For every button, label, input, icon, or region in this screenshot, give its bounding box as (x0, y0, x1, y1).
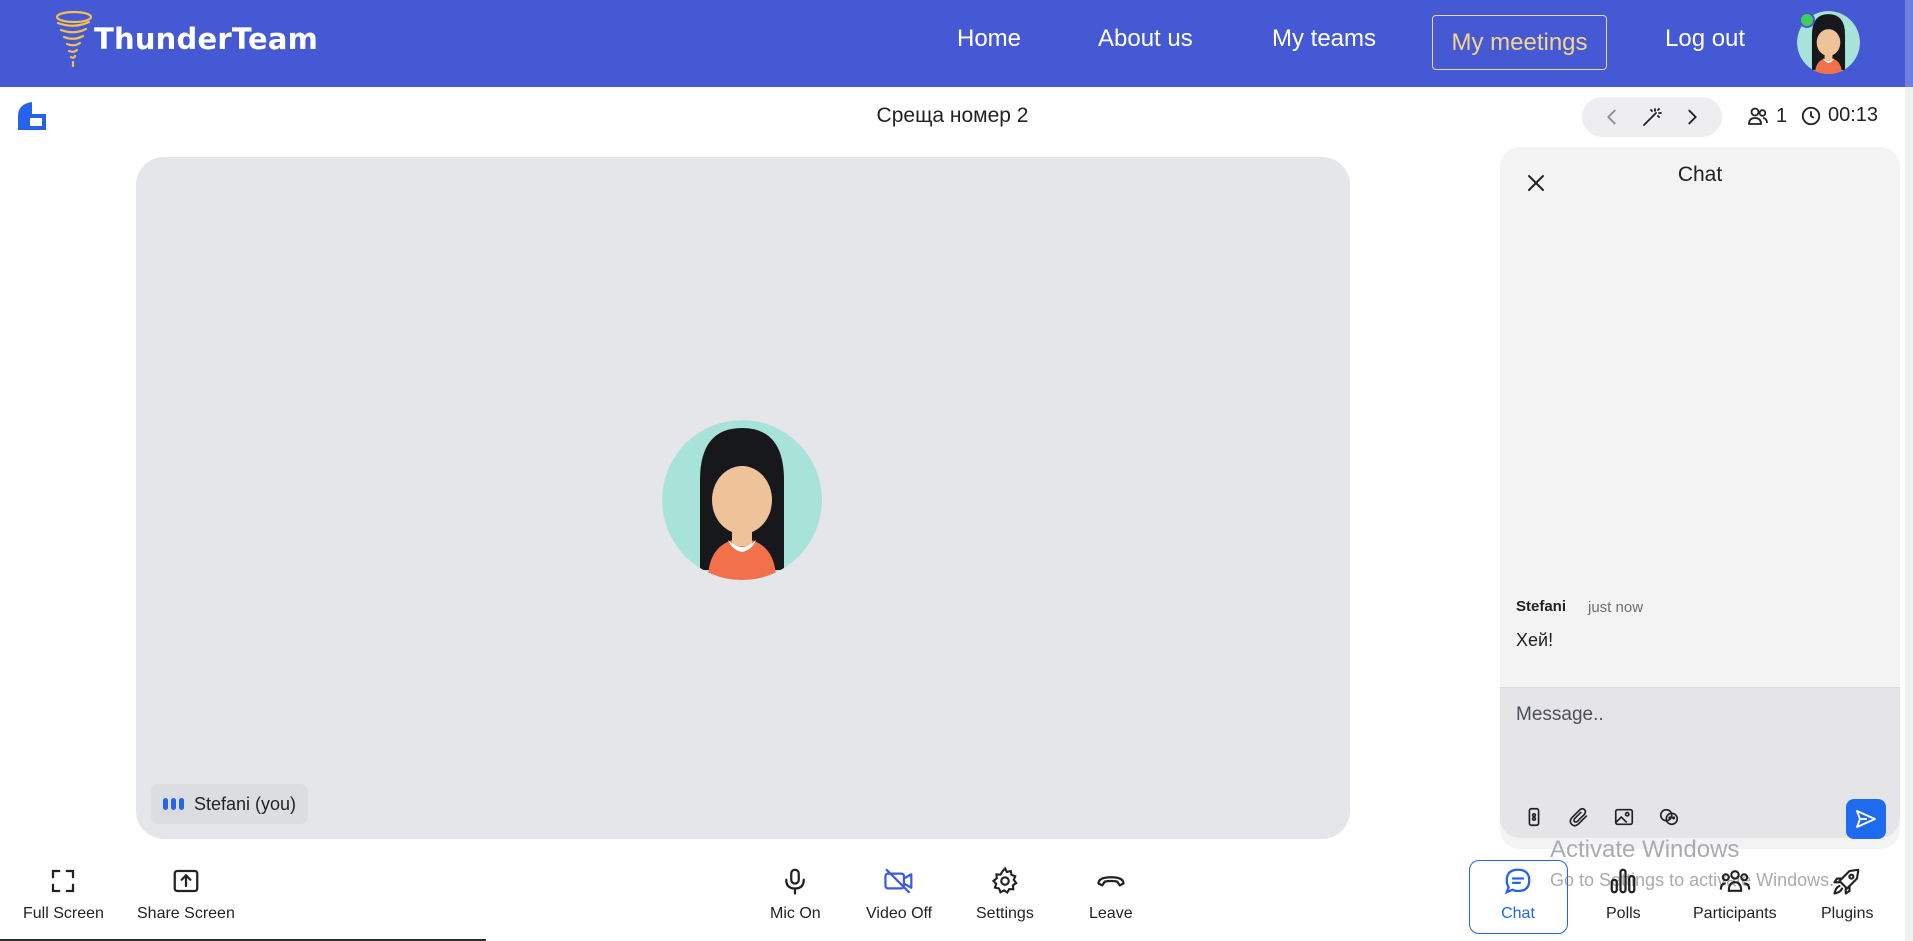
scrollbar-track[interactable] (1905, 0, 1913, 941)
tornado-logo-icon (55, 10, 93, 68)
bar-chart-icon (1606, 864, 1640, 898)
participant-name-tag: Stefani (you) (151, 784, 309, 824)
phone-hangup-icon (1094, 864, 1128, 898)
send-button[interactable] (1846, 799, 1886, 839)
mic-button[interactable]: Mic On (770, 864, 821, 923)
nav-link-my-meetings[interactable]: My meetings (1432, 15, 1607, 70)
leave-label: Leave (1089, 905, 1133, 922)
participant-name: Stefani (you) (194, 793, 297, 814)
rocket-icon (1830, 864, 1864, 898)
emoji-icon[interactable] (1657, 805, 1681, 829)
polls-label: Polls (1606, 905, 1641, 922)
chat-bubble-icon (1501, 864, 1535, 898)
microphone-icon (778, 864, 812, 898)
message-text: Хей! (1516, 630, 1554, 650)
video-off-icon (882, 864, 916, 898)
gear-icon (988, 864, 1022, 898)
settings-label: Settings (976, 905, 1034, 922)
plugins-label: Plugins (1821, 905, 1874, 922)
nav-link-logout[interactable]: Log out (1665, 25, 1745, 53)
participants-button[interactable]: Participants (1693, 864, 1777, 923)
message-time: just now (1588, 599, 1644, 616)
chevron-right-icon[interactable] (1681, 106, 1703, 128)
participant-avatar (662, 420, 822, 580)
brand[interactable]: ThunderTeam (54, 8, 318, 70)
video-label: Video Off (866, 905, 933, 922)
participants-count-value: 1 (1776, 104, 1788, 127)
sticker-icon[interactable] (1522, 805, 1546, 829)
users-icon (1748, 107, 1768, 125)
participants-label: Participants (1693, 905, 1777, 922)
message-author: Stefani (1516, 598, 1567, 615)
online-status-dot (1799, 12, 1815, 28)
windows-watermark-title: Activate Windows (1550, 836, 1740, 863)
timer-value: 00:13 (1828, 104, 1879, 126)
image-icon[interactable] (1612, 805, 1636, 829)
magic-wand-icon[interactable] (1640, 105, 1664, 129)
settings-button[interactable]: Settings (976, 864, 1034, 923)
view-tools-pill (1582, 97, 1722, 137)
participants-count: 1 (1746, 104, 1787, 128)
paperclip-icon[interactable] (1567, 805, 1591, 829)
nav-link-about[interactable]: About us (1098, 25, 1193, 53)
nav-link-my-teams[interactable]: My teams (1272, 25, 1376, 53)
plugins-button[interactable]: Plugins (1821, 864, 1873, 923)
chat-title: Chat (1677, 163, 1723, 186)
mic-label: Mic On (770, 905, 821, 922)
video-stage: Stefani (you) (136, 157, 1350, 839)
brand-name: ThunderTeam (94, 22, 319, 56)
chat-input-tools (1522, 805, 1681, 829)
chevron-left-icon[interactable] (1601, 106, 1623, 128)
scrollbar-track-top (1905, 0, 1913, 87)
chat-label: Chat (1501, 905, 1535, 922)
send-icon (1856, 810, 1876, 828)
chat-button[interactable]: Chat (1501, 864, 1535, 923)
video-button[interactable]: Video Off (866, 864, 932, 923)
full-screen-button[interactable]: Full Screen (23, 864, 104, 923)
share-screen-label: Share Screen (137, 905, 235, 922)
chat-panel: Chat Stefani just now Хей! (1500, 147, 1900, 849)
nav-link-home[interactable]: Home (957, 25, 1021, 53)
top-navbar: ThunderTeam Home About us My teams My me… (0, 0, 1913, 87)
fullscreen-icon (46, 864, 80, 898)
share-screen-icon (169, 864, 203, 898)
audio-level-icon (163, 798, 184, 810)
polls-button[interactable]: Polls (1606, 864, 1641, 923)
full-screen-label: Full Screen (23, 905, 104, 922)
leave-button[interactable]: Leave (1089, 864, 1133, 923)
share-screen-button[interactable]: Share Screen (137, 864, 235, 923)
meeting-timer: 00:13 (1800, 104, 1878, 127)
participants-icon (1718, 864, 1752, 898)
clock-icon (1801, 106, 1821, 125)
woman-avatar-icon (662, 420, 822, 580)
